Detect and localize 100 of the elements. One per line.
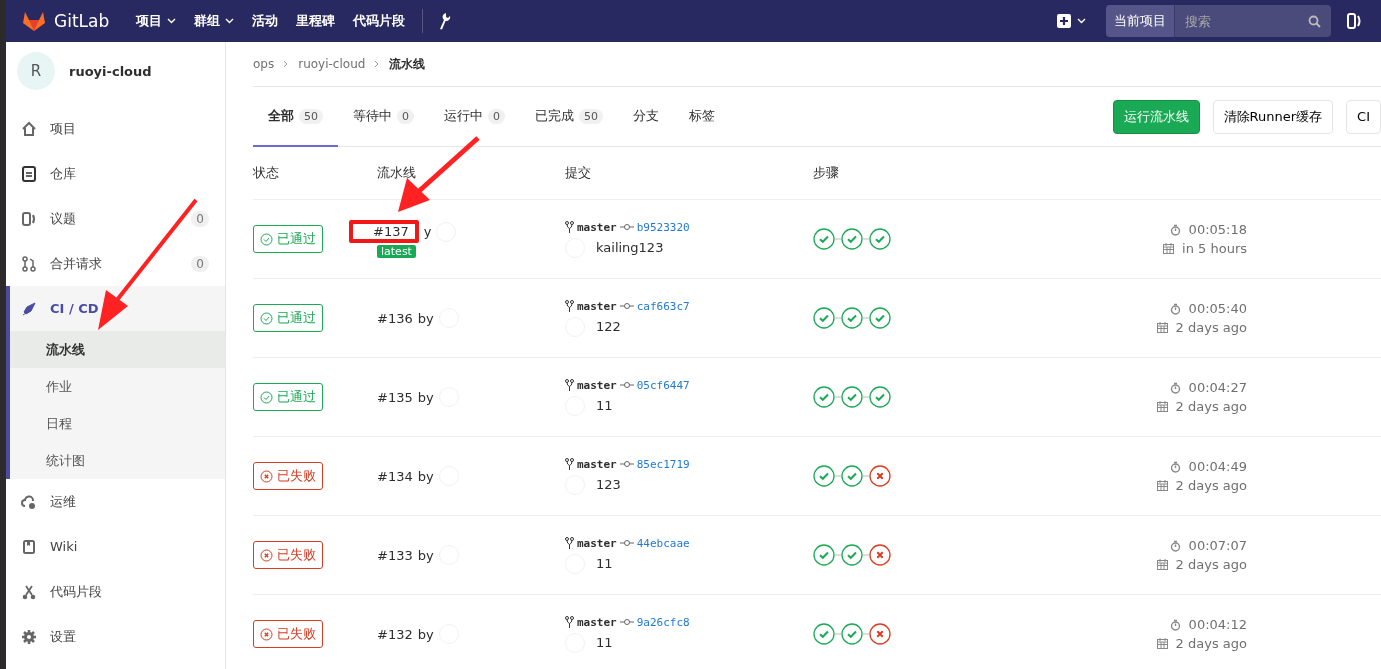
stage-failed-icon[interactable] — [869, 544, 891, 566]
breadcrumb-link[interactable]: ops — [253, 57, 275, 71]
commit-message[interactable]: 11 — [596, 398, 613, 413]
stage-passed-icon[interactable] — [813, 623, 835, 645]
branch-name[interactable]: master — [577, 536, 617, 550]
author-label: y — [423, 224, 432, 239]
search-icon — [1308, 14, 1321, 28]
stage-passed-icon[interactable] — [869, 228, 891, 250]
latest-badge: latest — [377, 245, 416, 258]
commit-sha-link[interactable]: 44ebcaae — [636, 536, 690, 550]
nav-menu-item[interactable]: 代码片段 — [344, 12, 415, 30]
scissors-icon — [21, 583, 37, 600]
issues-icon[interactable] — [1347, 13, 1361, 29]
pipeline-link[interactable]: #134 — [377, 468, 413, 484]
calendar-icon — [1156, 638, 1168, 649]
breadcrumb-link[interactable]: ruoyi-cloud — [298, 57, 366, 71]
stage-passed-icon[interactable] — [841, 465, 863, 487]
sidebar-item[interactable]: 设置 — [6, 614, 225, 659]
branch-name[interactable]: master — [577, 378, 617, 392]
stage-passed-icon[interactable] — [841, 228, 863, 250]
commit-message[interactable]: 122 — [596, 319, 621, 334]
commit-sha-link[interactable]: 85ec1719 — [636, 457, 690, 471]
sidebar-item[interactable]: 仓库 — [6, 151, 225, 196]
calendar-icon — [1156, 322, 1168, 333]
status-badge[interactable]: 已失败 — [253, 620, 323, 648]
duration-text: 00:05:40 — [1188, 301, 1247, 316]
stage-passed-icon[interactable] — [813, 228, 835, 250]
home-icon — [21, 120, 37, 137]
filter-tab[interactable]: 标签 — [674, 87, 730, 147]
branch-icon — [565, 379, 574, 391]
stage-passed-icon[interactable] — [813, 544, 835, 566]
pipeline-link[interactable]: #137 — [373, 224, 409, 239]
pipeline-link[interactable]: #136 — [377, 310, 413, 326]
filter-tab[interactable]: 分支 — [618, 87, 674, 147]
action-button[interactable]: CI — [1346, 99, 1381, 134]
sidebar-item[interactable]: 合并请求 0 — [6, 241, 225, 286]
stage-passed-icon[interactable] — [869, 307, 891, 329]
nav-menu-item[interactable]: 项目 — [127, 12, 186, 30]
commit-message[interactable]: 11 — [596, 635, 613, 650]
sidebar-subitem[interactable]: 流水线 — [10, 331, 225, 368]
sidebar-item[interactable]: Wiki — [6, 524, 225, 569]
author-label: by — [417, 468, 434, 484]
stage-passed-icon[interactable] — [841, 544, 863, 566]
x-circle-icon — [260, 469, 273, 483]
sidebar-subitem[interactable]: 作业 — [10, 368, 225, 405]
check-circle-icon — [260, 232, 273, 246]
issues-icon — [21, 210, 37, 227]
commit-sha-link[interactable]: 05cf6447 — [636, 378, 690, 392]
sidebar-subitem[interactable]: 统计图 — [10, 442, 225, 479]
filter-tab[interactable]: 已完成 50 — [520, 87, 618, 147]
project-name[interactable]: ruoyi-cloud — [69, 63, 152, 79]
stage-passed-icon[interactable] — [813, 307, 835, 329]
sidebar-item[interactable]: 代码片段 — [6, 569, 225, 614]
wrench-icon[interactable] — [437, 12, 452, 30]
branch-name[interactable]: master — [577, 615, 617, 629]
nav-menu-item[interactable]: 里程碑 — [287, 12, 345, 30]
branch-name[interactable]: master — [577, 457, 617, 471]
action-button[interactable]: 清除Runner缓存 — [1212, 99, 1334, 134]
commit-sha-link[interactable]: b9523320 — [636, 220, 690, 234]
stage-passed-icon[interactable] — [813, 465, 835, 487]
commit-message[interactable]: 123 — [596, 477, 621, 492]
nav-menu-item[interactable]: 活动 — [243, 12, 288, 30]
stage-passed-icon[interactable] — [869, 386, 891, 408]
sidebar-item[interactable]: CI / CD — [10, 286, 225, 331]
branch-icon — [565, 616, 574, 628]
branch-name[interactable]: master — [577, 220, 617, 234]
calendar-icon — [1163, 243, 1175, 254]
stage-passed-icon[interactable] — [813, 386, 835, 408]
commit-message[interactable]: 11 — [596, 556, 613, 571]
branch-name[interactable]: master — [577, 299, 617, 313]
brand-name[interactable]: GitLab — [54, 11, 110, 31]
sidebar-item[interactable]: 议题 0 — [6, 196, 225, 241]
filter-tab[interactable]: 全部 50 — [253, 87, 338, 147]
author-label: by — [417, 547, 434, 563]
commit-message[interactable]: kailing123 — [596, 240, 664, 255]
search-field[interactable]: 当前项目 搜索 — [1106, 5, 1331, 37]
status-badge[interactable]: 已失败 — [253, 541, 323, 569]
filter-tab[interactable]: 运行中 0 — [429, 87, 520, 147]
sidebar-item[interactable]: 项目 — [6, 106, 225, 151]
sidebar-subitem[interactable]: 日程 — [10, 405, 225, 442]
stage-passed-icon[interactable] — [841, 623, 863, 645]
commit-sha-link[interactable]: caf663c7 — [636, 299, 690, 313]
stage-failed-icon[interactable] — [869, 465, 891, 487]
pipeline-link[interactable]: #132 — [377, 626, 413, 642]
filter-tab[interactable]: 等待中 0 — [338, 87, 429, 147]
nav-menu-item[interactable]: 群组 — [185, 12, 244, 30]
status-badge[interactable]: 已失败 — [253, 462, 323, 490]
stage-passed-icon[interactable] — [841, 307, 863, 329]
duration-text: 00:05:18 — [1188, 222, 1247, 237]
calendar-icon — [1156, 480, 1168, 491]
branch-icon — [565, 537, 574, 549]
pipeline-link[interactable]: #133 — [377, 547, 413, 563]
breadcrumb-link[interactable]: 流水线 — [389, 55, 426, 73]
commit-sha-link[interactable]: 9a26cfc8 — [636, 615, 690, 629]
search-scope[interactable]: 当前项目 — [1106, 5, 1175, 37]
stage-failed-icon[interactable] — [869, 623, 891, 645]
fox-logo-icon[interactable] — [22, 10, 46, 32]
sidebar-item[interactable]: 运维 — [6, 479, 225, 524]
pipeline-link[interactable]: #135 — [377, 389, 413, 405]
stage-passed-icon[interactable] — [841, 386, 863, 408]
